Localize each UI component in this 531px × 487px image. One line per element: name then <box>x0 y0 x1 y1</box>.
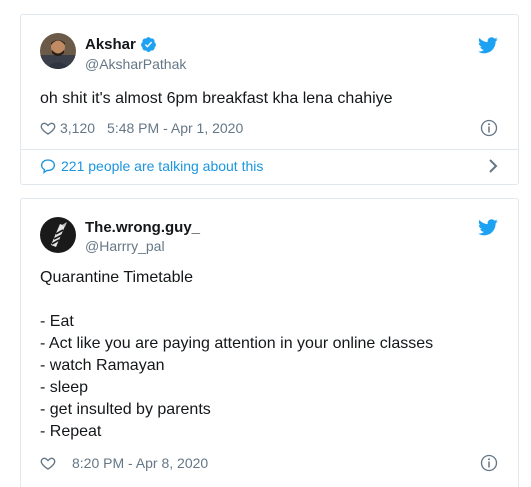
tweet-card-wrong-guy[interactable]: The.wrong.guy_ @Harrry_pal Quarantine Ti… <box>20 198 519 487</box>
tweet-text: Quarantine Timetable - Eat - Act like yo… <box>40 267 499 443</box>
like-count[interactable]: 3,120 <box>60 120 95 136</box>
avatar[interactable] <box>40 217 76 253</box>
handle[interactable]: @AksharPathak <box>85 56 186 72</box>
tweet-text-line: Quarantine Timetable <box>40 269 193 286</box>
twitter-bird-icon[interactable] <box>478 37 498 54</box>
info-icon[interactable] <box>480 454 498 472</box>
conversation-count[interactable]: 221 people are talking about this <box>61 158 263 174</box>
twitter-bird-icon[interactable] <box>478 219 498 236</box>
name-row: The.wrong.guy_ <box>85 219 200 236</box>
tweet-text-line <box>40 289 499 311</box>
tweet-text-line: - Eat <box>40 313 74 330</box>
display-name[interactable]: Akshar <box>85 36 136 53</box>
page: Akshar @AksharPathak oh shit it's almost… <box>0 0 531 487</box>
tweet-text-line: oh shit it's almost 6pm breakfast kha le… <box>40 90 393 107</box>
tweet-card-akshar[interactable]: Akshar @AksharPathak oh shit it's almost… <box>20 14 519 185</box>
heart-icon[interactable] <box>40 120 56 136</box>
speech-bubble-icon <box>40 158 56 174</box>
avatar[interactable] <box>40 33 76 69</box>
tweet-meta: 3,120 5:48 PM - Apr 1, 2020 <box>40 118 243 138</box>
chevron-right-icon[interactable] <box>487 159 499 173</box>
verified-badge-icon <box>140 36 157 53</box>
divider <box>21 149 518 150</box>
tweet-text: oh shit it's almost 6pm breakfast kha le… <box>40 88 499 110</box>
tweet-text-line: - watch Ramayan <box>40 357 165 374</box>
tweet-text-line: - sleep <box>40 379 89 396</box>
conversation-link[interactable]: 221 people are talking about this <box>40 154 499 178</box>
tweet-text-line: - Act like you are paying attention in y… <box>40 335 434 352</box>
handle[interactable]: @Harrry_pal <box>85 238 165 254</box>
tweet-meta: 8:20 PM - Apr 8, 2020 <box>40 453 208 473</box>
name-row: Akshar <box>85 36 157 53</box>
tweet-text-line: - Repeat <box>40 423 102 440</box>
timestamp[interactable]: 5:48 PM - Apr 1, 2020 <box>107 120 243 136</box>
display-name[interactable]: The.wrong.guy_ <box>85 219 200 236</box>
heart-icon[interactable] <box>40 455 56 471</box>
tweet-text-line: - get insulted by parents <box>40 401 211 418</box>
info-icon[interactable] <box>480 119 498 137</box>
timestamp[interactable]: 8:20 PM - Apr 8, 2020 <box>72 455 208 471</box>
